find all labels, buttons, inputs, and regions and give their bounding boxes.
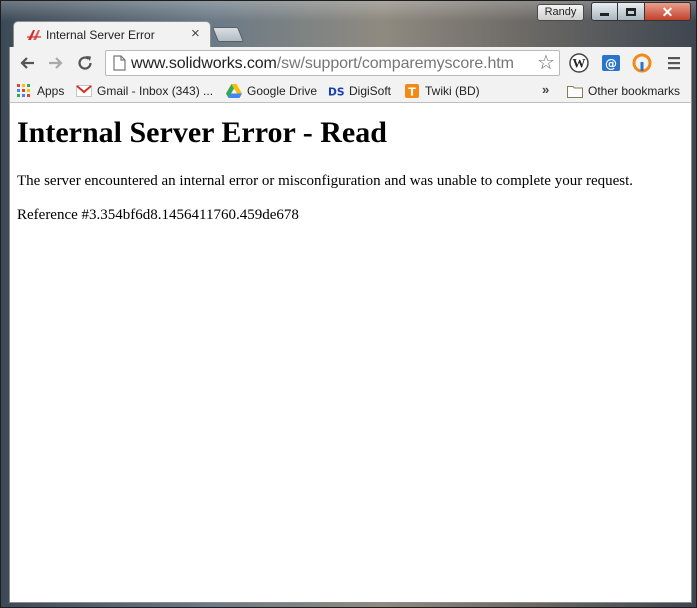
email-extension-button[interactable]: @ [600, 52, 622, 74]
bookmark-google-drive[interactable]: Google Drive [226, 82, 317, 100]
solidworks-favicon-icon [27, 30, 41, 40]
twiki-icon: T [404, 83, 420, 99]
chrome-menu-button[interactable] [663, 52, 685, 74]
forward-arrow-icon [49, 57, 63, 69]
window-controls: ✕ [591, 2, 691, 21]
minimize-button[interactable] [591, 2, 618, 21]
page-title: Internal Server Error - Read [17, 116, 387, 149]
svg-text:T: T [408, 86, 416, 99]
svg-text:@: @ [605, 57, 617, 71]
bookmark-apps[interactable]: Apps [16, 82, 64, 100]
tab-title: Internal Server Error [46, 28, 155, 42]
digisoft-icon: DS [328, 83, 344, 99]
page-content: Internal Server Error - Read The server … [9, 103, 692, 603]
bookmark-label: DigiSoft [349, 84, 392, 98]
wikipedia-extension-button[interactable]: W [568, 52, 590, 74]
close-window-button[interactable]: ✕ [645, 2, 691, 21]
wikipedia-icon: W [569, 53, 589, 73]
bookmark-star-icon[interactable]: ☆ [537, 52, 555, 74]
new-tab-button[interactable] [211, 27, 245, 42]
folder-icon [567, 83, 583, 99]
email-extension-icon: @ [602, 55, 620, 71]
tab-close-button[interactable]: × [191, 25, 200, 43]
gmail-icon [76, 83, 92, 99]
bookmark-twiki[interactable]: T Twiki (BD) [404, 82, 480, 100]
url-path: /sw/support/comparemyscore.htm [276, 55, 514, 72]
error-reference: Reference #3.354bf6d8.1456411760.459de67… [17, 207, 299, 223]
error-message: The server encountered an internal error… [17, 173, 634, 189]
bookmark-label: Gmail - Inbox (343) ... [97, 84, 214, 98]
svg-text:DS: DS [328, 85, 344, 98]
minimize-icon [600, 13, 609, 16]
url-text: www.solidworks.com/sw/support/comparemys… [131, 55, 514, 73]
back-arrow-icon [20, 57, 34, 69]
profile-button[interactable]: Randy [537, 4, 584, 21]
svg-text:W: W [573, 56, 586, 71]
hamburger-menu-icon [668, 57, 680, 70]
page-icon [113, 55, 126, 71]
url-host: www.solidworks.com [131, 55, 277, 72]
browser-toolbar: www.solidworks.com/sw/support/comparemys… [9, 47, 692, 79]
back-button[interactable] [16, 52, 38, 74]
bookmark-gmail[interactable]: Gmail - Inbox (343) ... [76, 82, 213, 100]
bookmark-other-bookmarks[interactable]: Other bookmarks [567, 82, 680, 100]
bookmark-label: Google Drive [247, 84, 318, 98]
address-bar[interactable]: www.solidworks.com/sw/support/comparemys… [105, 50, 560, 76]
window-frame: Randy ✕ Internal Server Error × www.soli… [0, 0, 697, 608]
apps-grid-icon [16, 83, 32, 99]
bookmarks-bar: Apps Gmail - Inbox (343) ... Google Driv… [9, 79, 692, 103]
tab-internal-server-error[interactable]: Internal Server Error × [13, 21, 211, 48]
maximize-icon [626, 7, 636, 16]
vpn-extension-button[interactable] [631, 52, 653, 74]
bookmark-label: Twiki (BD) [425, 84, 480, 98]
forward-button[interactable] [45, 52, 67, 74]
bookmark-label: Apps [37, 84, 65, 98]
reload-button[interactable] [74, 52, 96, 74]
reload-icon [78, 56, 92, 70]
lock-ring-icon [632, 53, 652, 73]
maximize-button[interactable] [618, 2, 645, 21]
bookmark-label: Other bookmarks [588, 84, 681, 98]
close-icon: ✕ [661, 3, 674, 20]
google-drive-icon [226, 83, 242, 99]
bookmark-digisoft[interactable]: DS DigiSoft [328, 82, 391, 100]
bookmarks-overflow-button[interactable]: » [542, 82, 549, 97]
